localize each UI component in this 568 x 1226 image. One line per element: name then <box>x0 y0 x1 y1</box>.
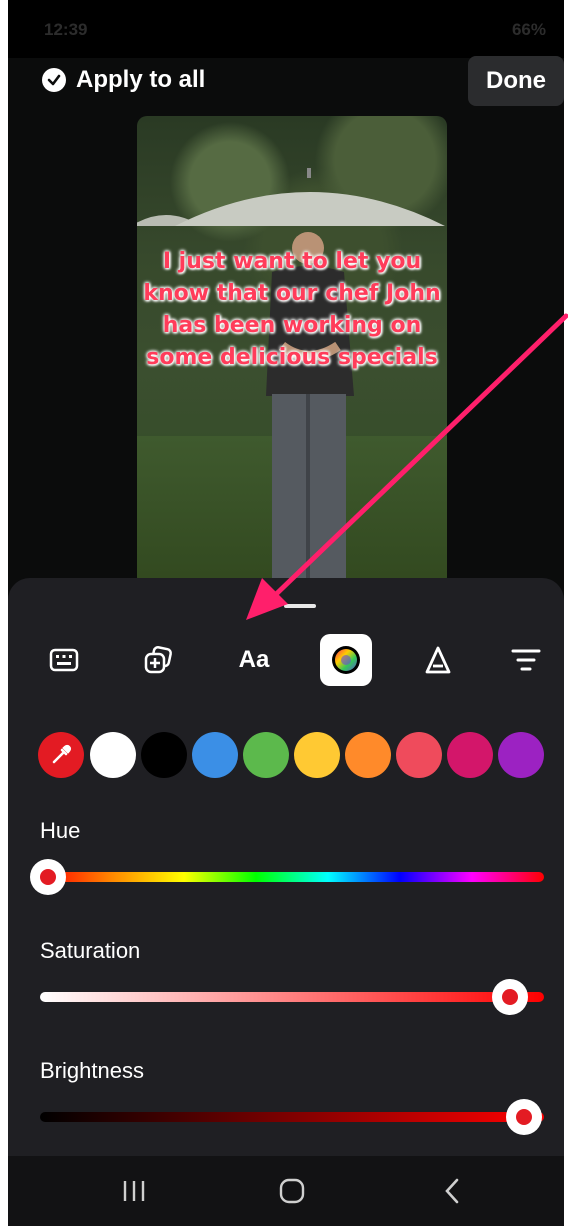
swatch-orange[interactable] <box>345 732 391 778</box>
sticker-button[interactable] <box>132 634 184 686</box>
back-icon <box>445 1178 459 1204</box>
apply-to-all-label: Apply to all <box>76 66 206 93</box>
swatch-yellow[interactable] <box>294 732 340 778</box>
sticker-add-icon <box>144 646 172 674</box>
swatch-green[interactable] <box>243 732 289 778</box>
color-button[interactable] <box>320 634 372 686</box>
font-icon: Aa <box>238 646 270 673</box>
eyedropper-button[interactable] <box>38 732 84 778</box>
brightness-slider[interactable] <box>40 1112 544 1122</box>
align-icon <box>511 649 541 671</box>
text-style-icon <box>425 646 451 674</box>
saturation-slider[interactable] <box>40 992 544 1002</box>
system-nav-bar <box>8 1156 564 1226</box>
drag-handle[interactable] <box>284 604 316 608</box>
recent-apps-icon <box>123 1181 145 1201</box>
text-toolbar: Aa <box>28 634 548 690</box>
home-icon <box>279 1178 305 1204</box>
swatch-black[interactable] <box>141 732 187 778</box>
swatch-white[interactable] <box>90 732 136 778</box>
text-style-button[interactable] <box>412 634 464 686</box>
font-button[interactable]: Aa <box>228 634 280 686</box>
color-panel: Aa Hue Saturation Brightness <box>8 578 564 1156</box>
saturation-slider-thumb[interactable] <box>492 979 528 1015</box>
hue-slider-thumb[interactable] <box>30 859 66 895</box>
saturation-label: Saturation <box>40 938 141 963</box>
color-wheel-icon <box>332 646 360 674</box>
hue-thumb-dot <box>40 869 56 885</box>
status-time: 12:39 <box>44 20 88 39</box>
status-bar: 12:39 66% <box>8 0 564 58</box>
screen: 12:39 66% Apply to all Done I just want … <box>8 0 564 1226</box>
align-button[interactable] <box>500 634 552 686</box>
apply-to-all-toggle[interactable]: Apply to all <box>42 66 205 94</box>
brightness-thumb-dot <box>516 1109 532 1125</box>
swatch-magenta[interactable] <box>447 732 493 778</box>
swatch-red[interactable] <box>396 732 442 778</box>
status-battery: 66% <box>511 20 546 39</box>
swatch-blue[interactable] <box>192 732 238 778</box>
back-button[interactable] <box>432 1174 472 1208</box>
hue-slider[interactable] <box>40 872 544 882</box>
done-button[interactable]: Done <box>468 56 564 106</box>
keyboard-button[interactable] <box>38 634 90 686</box>
recent-apps-button[interactable] <box>114 1174 154 1208</box>
video-preview[interactable]: I just want to let you know that our che… <box>137 116 447 586</box>
eyedropper-icon <box>52 744 72 764</box>
saturation-thumb-dot <box>502 989 518 1005</box>
brightness-label: Brightness <box>40 1058 144 1083</box>
patio-umbrella <box>175 168 445 226</box>
check-icon <box>42 68 66 92</box>
brightness-slider-thumb[interactable] <box>506 1099 542 1135</box>
caption-text[interactable]: I just want to let you know that our che… <box>137 246 447 374</box>
home-button[interactable] <box>272 1174 312 1208</box>
keyboard-icon <box>49 648 79 672</box>
hue-label: Hue <box>40 818 81 843</box>
swatch-purple[interactable] <box>498 732 544 778</box>
